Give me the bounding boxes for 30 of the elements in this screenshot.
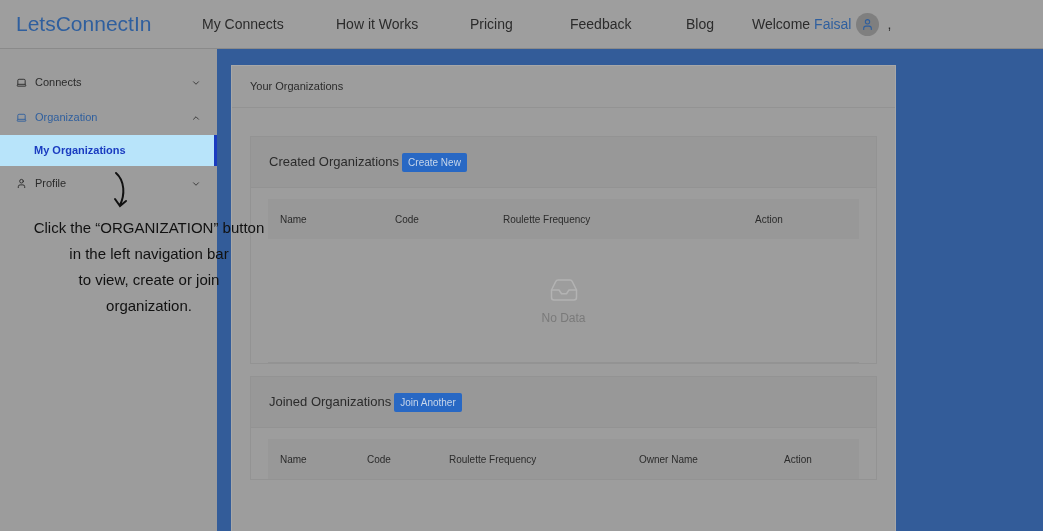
nav-link[interactable]: Blog	[686, 13, 752, 35]
section-button[interactable]: Join Another	[394, 392, 462, 412]
sidebar-subitem[interactable]: My Organizations	[0, 135, 217, 166]
section-button[interactable]: Create New	[402, 152, 467, 172]
column-header: Roulette Frequency	[449, 452, 538, 467]
welcome-text: Welcome	[752, 14, 811, 34]
card-title: Your Organizations	[232, 66, 895, 108]
column-header: Code	[395, 212, 420, 227]
column-header: Name	[280, 212, 308, 227]
column-header: Code	[367, 452, 392, 467]
section-title: Created Organizations	[269, 153, 400, 172]
column-header: Action	[755, 212, 784, 227]
section-title: Joined Organizations	[269, 393, 392, 412]
column-header: Action	[784, 452, 813, 467]
column-header: Owner Name	[639, 452, 699, 467]
laptop-icon	[16, 112, 27, 123]
nav-link[interactable]: Pricing	[470, 13, 570, 35]
sidebar-item[interactable]: Connects	[0, 65, 217, 100]
sidebar-item[interactable]: Profile	[0, 166, 217, 201]
column-header: Name	[280, 452, 308, 467]
instruction-text: organization.	[106, 296, 192, 316]
nav-link[interactable]: My Connects	[202, 13, 336, 35]
column-header: Roulette Frequency	[503, 212, 592, 227]
comma-text: ,	[887, 14, 892, 34]
user-icon	[16, 178, 27, 189]
nav-link[interactable]: Feedback	[570, 13, 686, 35]
curved-arrow-icon	[113, 171, 129, 209]
nav-link[interactable]: How it Works	[336, 13, 470, 35]
laptop-icon	[16, 77, 27, 88]
avatar-icon[interactable]	[856, 12, 880, 36]
